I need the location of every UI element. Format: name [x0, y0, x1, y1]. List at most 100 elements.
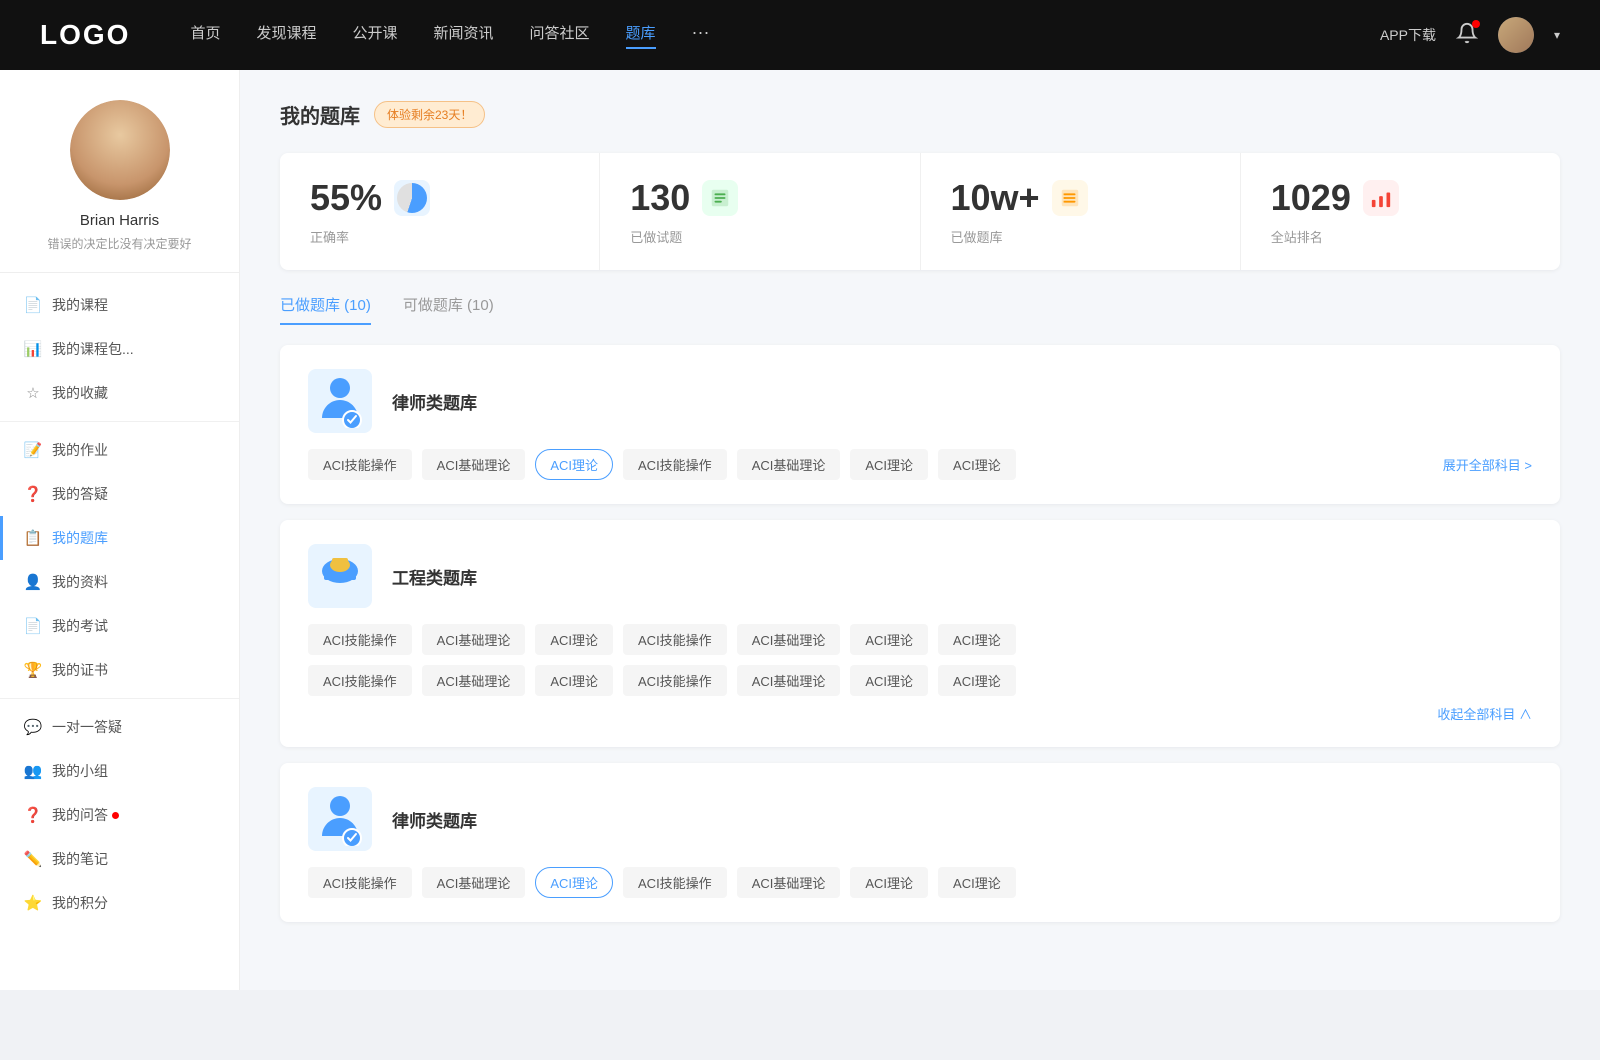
tag-item[interactable]: ACI理论	[850, 624, 928, 655]
tag-item[interactable]: ACI理论	[850, 867, 928, 898]
tag-item[interactable]: ACI基础理论	[737, 624, 841, 655]
bank-card-header: 律师类题库	[308, 787, 1532, 851]
tag-item[interactable]: ACI技能操作	[623, 449, 727, 480]
tag-item[interactable]: ACI理论	[938, 665, 1016, 696]
sidebar-item-exam[interactable]: 📄 我的考试	[0, 604, 239, 648]
chevron-down-icon[interactable]: ▾	[1554, 28, 1560, 42]
nav-news[interactable]: 新闻资讯	[434, 22, 494, 49]
stat-label-done-banks: 已做题库	[951, 227, 1210, 246]
done-banks-icon	[1052, 180, 1088, 216]
divider-2	[0, 698, 239, 699]
tag-item[interactable]: ACI理论	[938, 624, 1016, 655]
tag-item-active[interactable]: ACI理论	[535, 867, 613, 898]
sidebar-item-quiz-bank[interactable]: 📋 我的题库	[0, 516, 239, 560]
nav-qa[interactable]: 问答社区	[530, 22, 590, 49]
sidebar-item-points[interactable]: ⭐ 我的积分	[0, 881, 239, 925]
sidebar-item-one-on-one[interactable]: 💬 一对一答疑	[0, 705, 239, 749]
done-questions-icon	[702, 180, 738, 216]
tag-item[interactable]: ACI技能操作	[308, 867, 412, 898]
app-download-button[interactable]: APP下载	[1380, 25, 1436, 45]
tag-item[interactable]: ACI理论	[535, 624, 613, 655]
points-icon: ⭐	[24, 894, 42, 912]
user-name: Brian Harris	[80, 212, 159, 229]
nav-more[interactable]: ···	[692, 22, 710, 49]
ranking-icon	[1363, 180, 1399, 216]
stat-label-ranking: 全站排名	[1271, 227, 1530, 246]
avatar[interactable]	[1498, 17, 1534, 53]
tag-item[interactable]: ACI技能操作	[308, 665, 412, 696]
tag-item[interactable]: ACI理论	[938, 449, 1016, 480]
quiz-bank-icon: 📋	[24, 529, 42, 547]
collapse-link[interactable]: 收起全部科目 ∧	[1437, 704, 1532, 723]
pie-chart-icon	[397, 183, 427, 213]
stat-top: 1029	[1271, 177, 1530, 219]
nav-open-course[interactable]: 公开课	[352, 22, 397, 49]
stats-row: 55% 正确率 130 已做试题	[280, 153, 1560, 270]
sidebar-item-label: 我的作业	[52, 440, 108, 460]
tab-available-banks[interactable]: 可做题库 (10)	[403, 294, 494, 325]
tag-item[interactable]: ACI技能操作	[308, 624, 412, 655]
accuracy-icon	[394, 180, 430, 216]
exam-icon: 📄	[24, 617, 42, 635]
sidebar-item-label: 我的题库	[52, 528, 108, 548]
tags-row-2a: ACI技能操作 ACI基础理论 ACI理论 ACI技能操作 ACI基础理论 AC…	[308, 624, 1532, 655]
tag-item[interactable]: ACI理论	[850, 665, 928, 696]
sidebar-item-label: 我的小组	[52, 761, 108, 781]
sidebar-item-qa-answers[interactable]: ❓ 我的答疑	[0, 472, 239, 516]
bank-card-title: 律师类题库	[392, 389, 477, 414]
nav-discover[interactable]: 发现课程	[256, 22, 316, 49]
avatar-face	[70, 100, 170, 200]
tag-item[interactable]: ACI基础理论	[422, 867, 526, 898]
bank-card-header: 工程类题库	[308, 544, 1532, 608]
tag-item[interactable]: ACI技能操作	[623, 867, 727, 898]
stat-top: 10w+	[951, 177, 1210, 219]
sidebar-item-label: 我的积分	[52, 893, 108, 913]
expand-link-1[interactable]: 展开全部科目 >	[1443, 455, 1532, 474]
tag-item[interactable]: ACI基础理论	[422, 624, 526, 655]
qa-red-dot	[112, 812, 119, 819]
certificate-icon: 🏆	[24, 661, 42, 679]
sidebar-item-my-qa[interactable]: ❓ 我的问答	[0, 793, 239, 837]
tag-item[interactable]: ACI基础理论	[737, 665, 841, 696]
tag-item[interactable]: ACI理论	[535, 665, 613, 696]
course-packages-icon: 📊	[24, 340, 42, 358]
sidebar: Brian Harris 错误的决定比没有决定要好 📄 我的课程 📊 我的课程包…	[0, 70, 240, 990]
sidebar-item-profile[interactable]: 👤 我的资料	[0, 560, 239, 604]
tags-row-2b: ACI技能操作 ACI基础理论 ACI理论 ACI技能操作 ACI基础理论 AC…	[308, 665, 1532, 696]
bank-card-header: 律师类题库	[308, 369, 1532, 433]
tag-item[interactable]: ACI基础理论	[422, 665, 526, 696]
sidebar-item-label: 我的答疑	[52, 484, 108, 504]
stat-number-done-banks: 10w+	[951, 177, 1040, 219]
sidebar-item-certificate[interactable]: 🏆 我的证书	[0, 648, 239, 692]
sidebar-item-homework[interactable]: 📝 我的作业	[0, 428, 239, 472]
tag-item[interactable]: ACI基础理论	[422, 449, 526, 480]
sidebar-item-group[interactable]: 👥 我的小组	[0, 749, 239, 793]
tag-item[interactable]: ACI基础理论	[737, 867, 841, 898]
sidebar-item-course-packages[interactable]: 📊 我的课程包...	[0, 327, 239, 371]
tag-item[interactable]: ACI技能操作	[623, 665, 727, 696]
navbar-right: APP下载 ▾	[1380, 17, 1560, 53]
tag-item[interactable]: ACI理论	[938, 867, 1016, 898]
tag-item[interactable]: ACI基础理论	[737, 449, 841, 480]
user-avatar-large	[70, 100, 170, 200]
tag-item[interactable]: ACI技能操作	[308, 449, 412, 480]
tag-item-active[interactable]: ACI理论	[535, 449, 613, 480]
sidebar-item-label: 我的问答	[52, 805, 108, 825]
tab-done-banks[interactable]: 已做题库 (10)	[280, 294, 371, 325]
bank-card-lawyer-1: 律师类题库 ACI技能操作 ACI基础理论 ACI理论 ACI技能操作 ACI基…	[280, 345, 1560, 504]
tag-item[interactable]: ACI理论	[850, 449, 928, 480]
tag-item[interactable]: ACI技能操作	[623, 624, 727, 655]
collapse-section: 收起全部科目 ∧	[308, 704, 1532, 723]
sidebar-item-notes[interactable]: ✏️ 我的笔记	[0, 837, 239, 881]
notification-bell[interactable]	[1456, 22, 1478, 49]
bank-card-title: 工程类题库	[392, 564, 477, 589]
sidebar-item-courses[interactable]: 📄 我的课程	[0, 283, 239, 327]
bank-card-title: 律师类题库	[392, 807, 477, 832]
stat-accuracy: 55% 正确率	[280, 153, 600, 270]
sidebar-item-label: 我的资料	[52, 572, 108, 592]
lawyer-icon-2	[308, 787, 372, 851]
nav-quiz[interactable]: 题库	[626, 22, 656, 49]
trial-badge: 体验剩余23天！	[374, 101, 485, 128]
nav-home[interactable]: 首页	[190, 22, 220, 49]
sidebar-item-favorites[interactable]: ☆ 我的收藏	[0, 371, 239, 415]
